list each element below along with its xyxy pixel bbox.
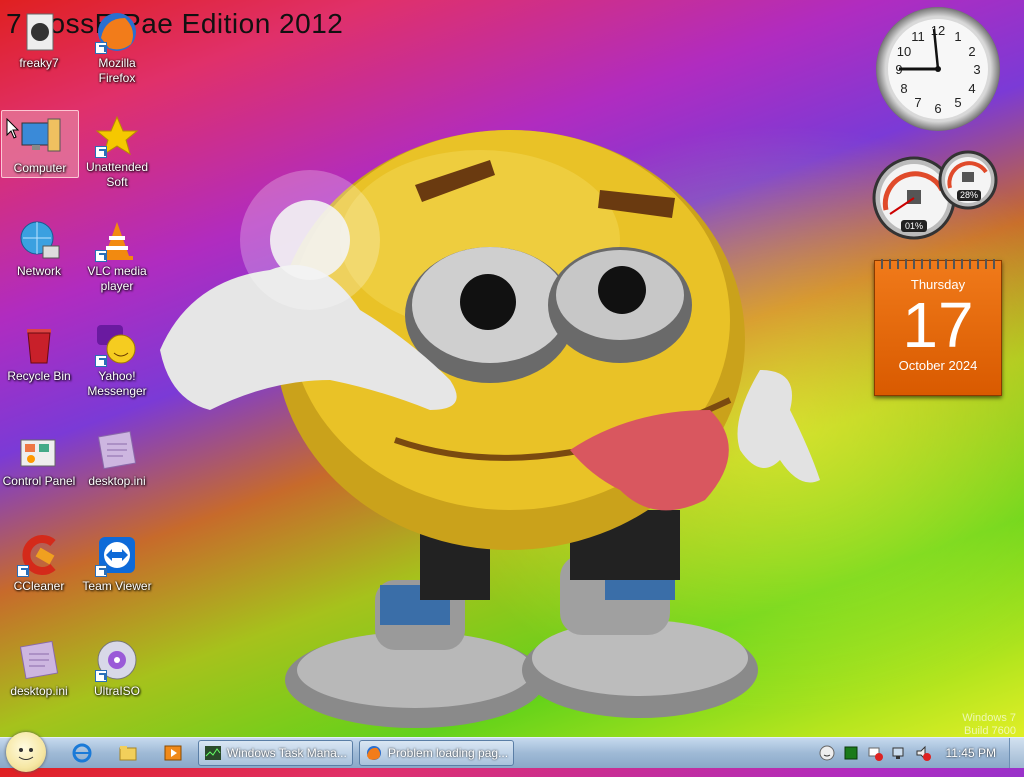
desktop-icon-label: Recycle Bin bbox=[7, 369, 71, 383]
desktop-icon-label: Team Viewer bbox=[82, 579, 152, 593]
calendar-month-year: October 2024 bbox=[898, 358, 978, 373]
media-player-icon bbox=[164, 745, 182, 761]
shortcut-arrow-icon bbox=[95, 250, 107, 262]
cpu-meter-gadget[interactable]: 01% 28% bbox=[872, 150, 1002, 242]
taskbar-button-firefox[interactable]: Problem loading pag... bbox=[359, 740, 514, 766]
internet-explorer-quicklaunch[interactable] bbox=[72, 743, 92, 763]
taskbar-button-task-manager[interactable]: Windows Task Mana... bbox=[198, 740, 353, 766]
settings-file-icon bbox=[95, 428, 139, 472]
desktop-icon-mozilla-firefox[interactable]: Mozilla Firefox bbox=[79, 6, 155, 102]
start-button[interactable] bbox=[6, 732, 46, 772]
watermark-line1: Windows 7 bbox=[962, 712, 1016, 724]
calendar-date: 17 bbox=[902, 289, 974, 361]
windows-watermark: Windows 7 Build 7600 bbox=[962, 712, 1016, 738]
cpu-usage-value: 01% bbox=[904, 221, 923, 231]
ccleaner-icon bbox=[17, 533, 61, 577]
action-center-flag-icon[interactable] bbox=[867, 745, 883, 761]
desktop-icon-recycle-bin[interactable]: Recycle Bin bbox=[1, 319, 77, 415]
desktop-icon-control-panel[interactable]: Control Panel bbox=[1, 424, 77, 520]
desktop-icon-label: Unattended Soft bbox=[85, 160, 149, 189]
task-manager-icon bbox=[205, 746, 221, 760]
show-desktop-button[interactable] bbox=[1009, 738, 1024, 768]
desktop-icon-label: Control Panel bbox=[2, 474, 76, 488]
folder-icon bbox=[17, 10, 61, 54]
yahoo-smiley-icon bbox=[95, 323, 139, 367]
shortcut-arrow-icon bbox=[95, 565, 107, 577]
taskbar-button-label: Windows Task Mana... bbox=[227, 746, 347, 760]
control-panel-icon bbox=[17, 428, 61, 472]
network-tray-icon[interactable] bbox=[891, 745, 907, 761]
computer-icon bbox=[18, 115, 62, 159]
smiley-tray-icon[interactable] bbox=[819, 745, 835, 761]
green-status-tray-icon[interactable] bbox=[843, 745, 859, 761]
desktop-icon-ccleaner[interactable]: CCleaner bbox=[1, 529, 77, 625]
desktop-icon-ultraiso[interactable]: UltraISO bbox=[79, 634, 155, 730]
clock-gadget[interactable]: 12 1 2 3 4 5 6 7 8 9 10 11 bbox=[876, 7, 1000, 131]
desktop-icon-desktop-ini-2[interactable]: desktop.ini bbox=[1, 634, 77, 730]
clock-number: 4 bbox=[968, 81, 975, 96]
recycle-bin-icon bbox=[17, 323, 61, 367]
calendar-gadget[interactable]: Thursday 17 October 2024 bbox=[874, 259, 1002, 396]
desktop-icon-label: desktop.ini bbox=[10, 684, 68, 698]
desktop-icon-desktop-ini[interactable]: desktop.ini bbox=[79, 424, 155, 520]
taskbar: Windows Task Mana... Problem loading pag… bbox=[0, 732, 1024, 772]
desktop-icon-label: CCleaner bbox=[13, 579, 65, 593]
desktop-icon-label: desktop.ini bbox=[88, 474, 146, 488]
clock-number: 2 bbox=[968, 44, 975, 59]
desktop-icon-label: Yahoo! Messenger bbox=[87, 369, 147, 398]
firefox-icon bbox=[367, 746, 381, 760]
shortcut-arrow-icon bbox=[17, 565, 29, 577]
clock-number: 11 bbox=[911, 29, 925, 44]
vlc-cone-icon bbox=[95, 218, 139, 262]
smiley-start-icon bbox=[18, 748, 34, 760]
shortcut-arrow-icon bbox=[95, 355, 107, 367]
clock-number: 6 bbox=[934, 101, 941, 116]
settings-file-icon bbox=[17, 638, 61, 682]
teamviewer-icon bbox=[95, 533, 139, 577]
shortcut-arrow-icon bbox=[95, 670, 107, 682]
clock-number: 8 bbox=[900, 81, 907, 96]
calendar-rings bbox=[881, 259, 995, 269]
desktop-icon-freaky7[interactable]: freaky7 bbox=[1, 6, 77, 102]
folder-icon bbox=[119, 746, 137, 761]
media-player-quicklaunch[interactable] bbox=[163, 743, 183, 763]
taskbar-clock[interactable]: 11:45 PM bbox=[946, 746, 996, 760]
clock-face: 12 1 2 3 4 5 6 7 8 9 10 11 bbox=[888, 19, 988, 119]
memory-chip-icon bbox=[962, 172, 974, 182]
clock-number: 10 bbox=[897, 44, 911, 59]
star-icon bbox=[95, 114, 139, 158]
clock-number: 7 bbox=[914, 95, 921, 110]
shortcut-arrow-icon bbox=[95, 42, 107, 54]
firefox-icon bbox=[95, 10, 139, 54]
clock-number: 1 bbox=[954, 29, 961, 44]
desktop-icon-label: VLC media player bbox=[87, 264, 147, 293]
mouse-cursor-icon bbox=[6, 118, 20, 139]
desktop-icon-label: Mozilla Firefox bbox=[98, 56, 136, 85]
desktop-icon-network[interactable]: Network bbox=[1, 214, 77, 310]
desktop-icon-label: UltraISO bbox=[93, 684, 140, 698]
desktop-icon-vlc-media-player[interactable]: VLC media player bbox=[79, 214, 155, 310]
windows-explorer-quicklaunch[interactable] bbox=[118, 743, 138, 763]
clock-number: 5 bbox=[954, 95, 961, 110]
smiley-wallpaper-image bbox=[160, 130, 820, 728]
shortcut-arrow-icon bbox=[95, 146, 107, 158]
desktop-icon-team-viewer[interactable]: Team Viewer bbox=[79, 529, 155, 625]
desktop-icon-yahoo-messenger[interactable]: Yahoo! Messenger bbox=[79, 319, 155, 415]
memory-usage-value: 28% bbox=[959, 190, 978, 200]
desktop-icon-label: Computer bbox=[13, 161, 67, 175]
clock-number: 3 bbox=[973, 62, 980, 77]
taskbar-button-label: Problem loading pag... bbox=[388, 746, 509, 760]
desktop-icon-unattended-soft[interactable]: Unattended Soft bbox=[79, 110, 155, 206]
internet-explorer-icon bbox=[72, 743, 92, 763]
desktop-icon-label: freaky7 bbox=[19, 56, 59, 70]
disc-icon bbox=[95, 638, 139, 682]
network-globe-icon bbox=[17, 218, 61, 262]
volume-muted-icon[interactable] bbox=[915, 745, 931, 761]
desktop-icon-label: Network bbox=[16, 264, 61, 278]
